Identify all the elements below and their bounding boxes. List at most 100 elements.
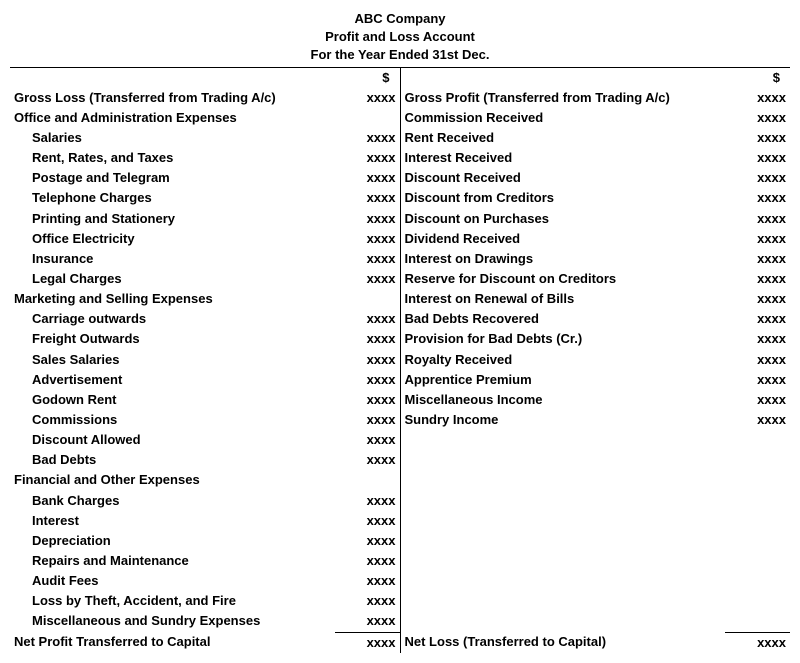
row: Gross Loss (Transferred from Trading A/c…	[10, 88, 790, 108]
row: Office Electricity xxxx Dividend Receive…	[10, 229, 790, 249]
row: Telephone Charges xxxx Discount from Cre…	[10, 188, 790, 208]
debit-heading: Financial and Other Expenses	[10, 470, 335, 490]
debit-amt: xxxx	[335, 491, 400, 511]
debit-amt: xxxx	[335, 229, 400, 249]
net-profit-label: Net Profit Transferred to Capital	[10, 632, 335, 653]
credit-label: Bad Debts Recovered	[400, 309, 725, 329]
net-loss-label: Net Loss (Transferred to Capital)	[400, 632, 725, 653]
debit-label: Insurance	[10, 249, 335, 269]
row: Rent, Rates, and Taxes xxxx Interest Rec…	[10, 148, 790, 168]
row: Repairs and Maintenance xxxx	[10, 551, 790, 571]
debit-label: Godown Rent	[10, 390, 335, 410]
debit-heading: Marketing and Selling Expenses	[10, 289, 335, 309]
row: Commissions xxxx Sundry Income xxxx	[10, 410, 790, 430]
row: Salaries xxxx Rent Received xxxx	[10, 128, 790, 148]
debit-amt: xxxx	[335, 410, 400, 430]
currency-right: $	[725, 68, 790, 88]
credit-label: Reserve for Discount on Creditors	[400, 269, 725, 289]
statement-title: Profit and Loss Account	[10, 28, 790, 46]
credit-amt: xxxx	[725, 168, 790, 188]
debit-label: Telephone Charges	[10, 188, 335, 208]
debit-amt: xxxx	[335, 531, 400, 551]
debit-label: Commissions	[10, 410, 335, 430]
credit-amt: xxxx	[725, 309, 790, 329]
row: Interest xxxx	[10, 511, 790, 531]
credit-label: Gross Profit (Transferred from Trading A…	[400, 88, 725, 108]
profit-loss-table: $ $ Gross Loss (Transferred from Trading…	[10, 68, 790, 653]
row: Freight Outwards xxxx Provision for Bad …	[10, 329, 790, 349]
credit-label: Royalty Received	[400, 350, 725, 370]
row: Postage and Telegram xxxx Discount Recei…	[10, 168, 790, 188]
row: Discount Allowed xxxx	[10, 430, 790, 450]
credit-amt: xxxx	[725, 128, 790, 148]
row: Loss by Theft, Accident, and Fire xxxx	[10, 591, 790, 611]
debit-label: Salaries	[10, 128, 335, 148]
debit-amt: xxxx	[335, 148, 400, 168]
credit-label: Discount from Creditors	[400, 188, 725, 208]
debit-amt: xxxx	[335, 88, 400, 108]
debit-amt: xxxx	[335, 611, 400, 632]
row: Miscellaneous and Sundry Expenses xxxx	[10, 611, 790, 632]
credit-amt: xxxx	[725, 249, 790, 269]
debit-amt: xxxx	[335, 551, 400, 571]
company-name: ABC Company	[10, 10, 790, 28]
debit-label: Postage and Telegram	[10, 168, 335, 188]
debit-label: Depreciation	[10, 531, 335, 551]
currency-row: $ $	[10, 68, 790, 88]
debit-heading: Office and Administration Expenses	[10, 108, 335, 128]
credit-amt: xxxx	[725, 209, 790, 229]
debit-label: Miscellaneous and Sundry Expenses	[10, 611, 335, 632]
debit-amt: xxxx	[335, 269, 400, 289]
debit-label: Audit Fees	[10, 571, 335, 591]
row: Godown Rent xxxx Miscellaneous Income xx…	[10, 390, 790, 410]
credit-label: Dividend Received	[400, 229, 725, 249]
credit-amt: xxxx	[725, 350, 790, 370]
credit-amt: xxxx	[725, 269, 790, 289]
credit-amt: xxxx	[725, 410, 790, 430]
row-total: Net Profit Transferred to Capital xxxx N…	[10, 632, 790, 653]
debit-amt: xxxx	[335, 370, 400, 390]
debit-amt: xxxx	[335, 430, 400, 450]
debit-amt: xxxx	[335, 390, 400, 410]
debit-amt: xxxx	[335, 632, 400, 653]
debit-amt: xxxx	[335, 329, 400, 349]
debit-amt: xxxx	[335, 511, 400, 531]
credit-amt: xxxx	[725, 632, 790, 653]
credit-label: Apprentice Premium	[400, 370, 725, 390]
debit-amt: xxxx	[335, 249, 400, 269]
debit-label: Printing and Stationery	[10, 209, 335, 229]
debit-label: Legal Charges	[10, 269, 335, 289]
debit-label: Freight Outwards	[10, 329, 335, 349]
debit-amt: xxxx	[335, 128, 400, 148]
debit-label: Sales Salaries	[10, 350, 335, 370]
credit-amt: xxxx	[725, 108, 790, 128]
debit-amt: xxxx	[335, 209, 400, 229]
credit-amt: xxxx	[725, 148, 790, 168]
row: Marketing and Selling Expenses Interest …	[10, 289, 790, 309]
row: Bank Charges xxxx	[10, 491, 790, 511]
credit-amt: xxxx	[725, 229, 790, 249]
debit-amt: xxxx	[335, 168, 400, 188]
debit-label: Gross Loss (Transferred from Trading A/c…	[10, 88, 335, 108]
debit-amt: xxxx	[335, 350, 400, 370]
debit-amt: xxxx	[335, 309, 400, 329]
credit-label: Interest Received	[400, 148, 725, 168]
debit-amt: xxxx	[335, 571, 400, 591]
credit-amt: xxxx	[725, 390, 790, 410]
debit-label: Office Electricity	[10, 229, 335, 249]
row: Legal Charges xxxx Reserve for Discount …	[10, 269, 790, 289]
debit-label: Rent, Rates, and Taxes	[10, 148, 335, 168]
currency-left: $	[335, 68, 400, 88]
credit-label: Provision for Bad Debts (Cr.)	[400, 329, 725, 349]
credit-amt: xxxx	[725, 88, 790, 108]
statement-header: ABC Company Profit and Loss Account For …	[10, 10, 790, 65]
debit-label: Interest	[10, 511, 335, 531]
debit-amt: xxxx	[335, 591, 400, 611]
credit-label: Interest on Renewal of Bills	[400, 289, 725, 309]
row: Audit Fees xxxx	[10, 571, 790, 591]
statement-period: For the Year Ended 31st Dec.	[10, 46, 790, 64]
credit-label: Discount Received	[400, 168, 725, 188]
row: Depreciation xxxx	[10, 531, 790, 551]
credit-amt: xxxx	[725, 188, 790, 208]
row: Carriage outwards xxxx Bad Debts Recover…	[10, 309, 790, 329]
